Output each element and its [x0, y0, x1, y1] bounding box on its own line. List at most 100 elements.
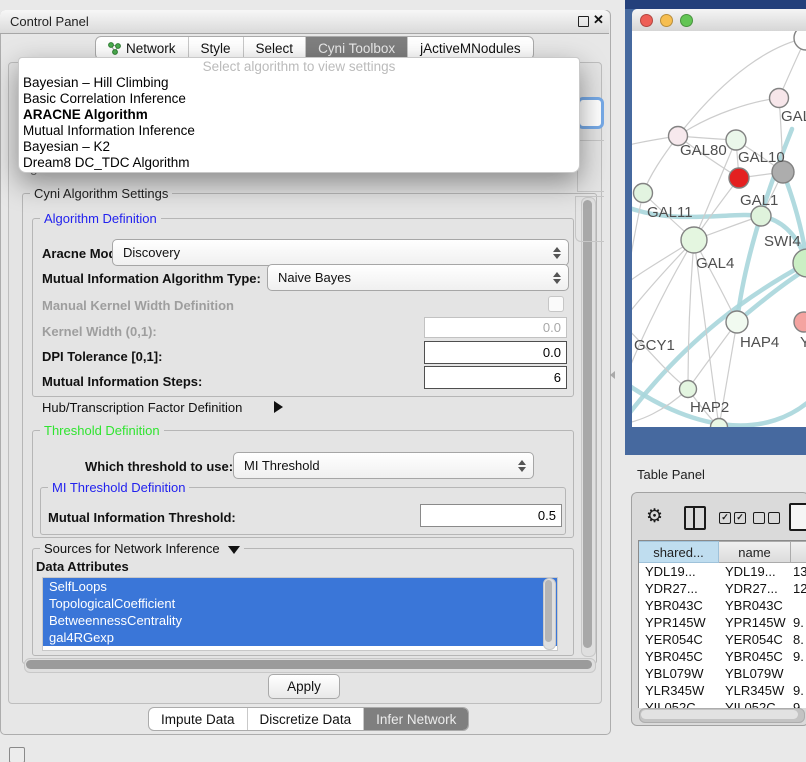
which-threshold-combo[interactable]: MI Threshold: [233, 452, 534, 479]
column-header-extra[interactable]: [791, 541, 806, 563]
control-panel-titlebar[interactable]: [0, 10, 609, 34]
aracne-mode-value: Discovery: [113, 245, 553, 260]
network-node[interactable]: [680, 381, 697, 398]
column-header-name[interactable]: name: [719, 541, 791, 563]
dpi-tolerance-field[interactable]: 0.0: [424, 341, 567, 364]
splitter-handle-icon[interactable]: [610, 371, 615, 379]
deselect-all-icon[interactable]: [753, 512, 780, 524]
close-icon[interactable]: ✕: [593, 12, 604, 28]
mutual-information-threshold-field[interactable]: 0.5: [420, 504, 562, 527]
algorithm-dropdown-popup: Select algorithm to view settings Bayesi…: [18, 57, 580, 173]
collapse-arrow-icon[interactable]: [228, 546, 240, 554]
table-row[interactable]: YER054CYER054C8.: [639, 631, 806, 648]
table-cell: 8.: [791, 632, 806, 647]
algorithm-option-aracne-algorithm[interactable]: ARACNE Algorithm: [19, 107, 579, 123]
sources-title: Sources for Network Inference: [40, 541, 244, 556]
expand-arrow-icon[interactable]: [274, 401, 283, 413]
tab-label: Cyni Toolbox: [318, 41, 395, 56]
column-header-shared[interactable]: shared...: [639, 541, 719, 563]
algorithm-option-bayesian-k2[interactable]: Bayesian – K2: [19, 139, 579, 155]
network-window-top: [625, 0, 806, 9]
table-row[interactable]: YPR145WYPR145W9.: [639, 614, 806, 631]
table-body: YDL19...YDL19...13YDR27...YDR27...12YBR0…: [639, 563, 806, 708]
network-node[interactable]: [729, 168, 749, 188]
network-node[interactable]: [794, 312, 806, 332]
mi-steps-field[interactable]: 6: [424, 366, 567, 389]
network-node[interactable]: [711, 419, 728, 428]
mi-threshold-definition-title: MI Threshold Definition: [48, 480, 189, 495]
table-row[interactable]: YDR27...YDR27...12: [639, 580, 806, 597]
network-node[interactable]: [793, 249, 806, 277]
float-window-icon[interactable]: [578, 16, 589, 27]
algorithm-option-dream8-dc-tdc-algorithm[interactable]: Dream8 DC_TDC Algorithm: [19, 155, 579, 171]
table-cell: 9.: [791, 649, 806, 664]
mac-minimize-icon[interactable]: [660, 14, 673, 27]
network-edge[interactable]: [632, 240, 694, 393]
table-cell: 13: [791, 564, 806, 579]
table-row[interactable]: YBR043CYBR043C: [639, 597, 806, 614]
tab-jactivemnodules[interactable]: jActiveMNodules: [407, 37, 533, 59]
gear-icon[interactable]: ⚙: [646, 505, 663, 528]
mac-close-icon[interactable]: [640, 14, 653, 27]
algorithm-dropdown-items: Bayesian – Hill ClimbingBasic Correlatio…: [19, 75, 579, 171]
mi-algorithm-type-label: Mutual Information Algorithm Type:: [42, 271, 261, 286]
table-row[interactable]: YLR345WYLR345W9.: [639, 682, 806, 699]
node-label-gal80: GAL80: [680, 142, 727, 159]
tab-infer-network[interactable]: Infer Network: [363, 708, 468, 730]
tab-network[interactable]: Network: [96, 37, 188, 59]
apply-button[interactable]: Apply: [268, 674, 340, 699]
mac-zoom-icon[interactable]: [680, 14, 693, 27]
columns-icon[interactable]: [684, 506, 706, 530]
select-all-icon[interactable]: ✓ ✓: [719, 512, 746, 524]
table-header-row: shared...name: [639, 541, 806, 563]
network-edge[interactable]: [694, 240, 737, 322]
table-row[interactable]: YBL079WYBL079W: [639, 665, 806, 682]
network-edge[interactable]: [688, 240, 694, 389]
which-threshold-value: MI Threshold: [234, 458, 518, 473]
combo-arrows-icon: [553, 247, 561, 259]
network-node[interactable]: [751, 206, 771, 226]
network-node[interactable]: [681, 227, 707, 253]
network-node[interactable]: [726, 130, 746, 150]
settings-hscrollbar-thumb[interactable]: [26, 660, 592, 669]
table-row[interactable]: YBR045CYBR045C9.: [639, 648, 806, 665]
table-hscrollbar-thumb[interactable]: [641, 710, 798, 719]
node-label-gal4: GAL4: [696, 255, 734, 272]
mi-algorithm-type-combo[interactable]: Naive Bayes: [267, 264, 569, 291]
table-row[interactable]: YDL19...YDL19...13: [639, 563, 806, 580]
mi-algorithm-type-value: Naive Bayes: [268, 270, 553, 285]
table-cell: YLR345W: [639, 683, 719, 698]
aracne-mode-combo[interactable]: Discovery: [112, 239, 569, 266]
network-node[interactable]: [634, 184, 653, 203]
network-edge[interactable]: [632, 240, 694, 323]
tab-impute-data[interactable]: Impute Data: [149, 708, 247, 730]
settings-vscrollbar-thumb[interactable]: [583, 200, 592, 648]
algorithm-option-mutual-information-inference[interactable]: Mutual Information Inference: [19, 123, 579, 139]
network-node[interactable]: [770, 89, 789, 108]
combo-arrow-button-focused[interactable]: [577, 97, 604, 129]
network-node[interactable]: [794, 31, 806, 50]
node-label-gcy1: GCY1: [634, 337, 675, 354]
file-icon[interactable]: [789, 503, 806, 531]
tab-cyni-toolbox[interactable]: Cyni Toolbox: [305, 37, 407, 59]
network-edge[interactable]: [737, 267, 806, 322]
attribute-item-selfloops[interactable]: SelfLoops: [43, 578, 557, 595]
minimized-panel-icon[interactable]: [9, 747, 25, 762]
tab-discretize-data[interactable]: Discretize Data: [247, 708, 364, 730]
algorithm-option-bayesian-hill-climbing[interactable]: Bayesian – Hill Climbing: [19, 75, 579, 91]
attribute-item-topologicalcoefficient[interactable]: TopologicalCoefficient: [43, 595, 557, 612]
table-cell: YER054C: [719, 632, 791, 647]
tab-label: Select: [256, 41, 294, 56]
algorithm-option-basic-correlation-inference[interactable]: Basic Correlation Inference: [19, 91, 579, 107]
list-vscrollbar-thumb[interactable]: [545, 580, 552, 642]
attribute-item-betweennesscentrality[interactable]: BetweennessCentrality: [43, 612, 557, 629]
tab-style[interactable]: Style: [188, 37, 243, 59]
network-canvas[interactable]: GALGAL80GAL10GAL1GAL11SWI4GAL4GCY1HAP4YH…: [632, 31, 806, 427]
tab-select[interactable]: Select: [243, 37, 306, 59]
network-node[interactable]: [726, 311, 748, 333]
cyni-algorithm-settings-title: Cyni Algorithm Settings: [30, 186, 172, 201]
network-window-titlebar[interactable]: [632, 9, 806, 32]
hub-transcription-label: Hub/Transcription Factor Definition: [42, 400, 242, 415]
attribute-item-gal4rgexp[interactable]: gal4RGexp: [43, 629, 557, 646]
table-row[interactable]: YIL052CYIL052C9.: [639, 699, 806, 708]
